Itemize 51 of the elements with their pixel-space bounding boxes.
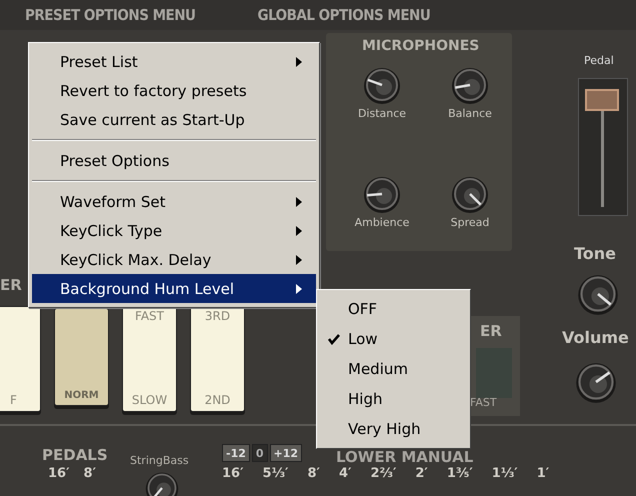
menu-item[interactable]: Background Hum Level	[32, 274, 316, 303]
footage-label: 2⅔′	[370, 466, 396, 481]
pedal-label: Pedal	[584, 54, 614, 67]
menu-item[interactable]: Preset List	[32, 47, 316, 76]
menu-item[interactable]: Revert to factory presets	[32, 76, 316, 105]
footage-label: 1′	[536, 466, 550, 481]
slider-thumb[interactable]	[585, 89, 619, 111]
menu-item[interactable]: Waveform Set	[32, 187, 316, 216]
footage-label: 4′	[338, 466, 352, 481]
footage-label: 16′	[222, 466, 244, 481]
knob[interactable]	[450, 65, 490, 105]
transpose-button[interactable]: +12	[270, 444, 302, 462]
drawbar-switch[interactable]: NORM	[54, 308, 109, 406]
pedals-title: PEDALS	[42, 446, 108, 464]
global-options-menu-label[interactable]: GLOBAL OPTIONS MENU	[258, 6, 430, 24]
knob-label: Ambience	[354, 216, 410, 229]
menu-item[interactable]: Save current as Start-Up	[32, 105, 316, 134]
section-title: ER	[0, 276, 22, 294]
knob-label: Spread	[450, 216, 490, 229]
menu-item[interactable]: Very High	[320, 414, 467, 444]
knob[interactable]	[450, 174, 490, 214]
menu-item[interactable]: Medium	[320, 354, 467, 384]
knob-label: Balance	[448, 107, 492, 120]
pedal-slider[interactable]	[578, 78, 628, 216]
switch-label: FAST	[470, 396, 497, 409]
footage-label: 1⅗′	[446, 466, 473, 481]
footage-label: 8′	[84, 466, 96, 481]
menu-item[interactable]: High	[320, 384, 467, 414]
menu-item[interactable]: KeyClick Max. Delay	[32, 245, 316, 274]
transpose-button[interactable]: 0	[252, 444, 268, 462]
footage-label: 5⅓′	[262, 466, 288, 481]
voice-label: StringBass	[130, 454, 189, 467]
menu-item[interactable]: Preset Options	[32, 146, 316, 175]
menu-item[interactable]: Low	[320, 324, 467, 354]
footage-label: 1⅓′	[492, 466, 518, 481]
knob[interactable]	[362, 65, 402, 105]
knob[interactable]	[362, 174, 402, 214]
menu-item[interactable]: OFF	[320, 294, 467, 324]
footage-label: 8′	[307, 466, 320, 481]
knob[interactable]	[144, 470, 180, 496]
section-title: ER	[480, 322, 502, 340]
footage-label: 2′	[415, 466, 428, 481]
lower-manual-title: LOWER MANUAL	[336, 448, 474, 466]
microphones-title: MICROPHONES	[362, 38, 480, 54]
preset-options-menu-label[interactable]: PRESET OPTIONS MENU	[25, 6, 196, 24]
footage-label: 16′	[48, 466, 70, 481]
knob-label: Distance	[358, 107, 406, 120]
menu-item[interactable]: KeyClick Type	[32, 216, 316, 245]
volume-label: Volume	[562, 328, 629, 347]
tone-label: Tone	[574, 244, 616, 263]
transpose-button[interactable]: -12	[222, 444, 250, 462]
